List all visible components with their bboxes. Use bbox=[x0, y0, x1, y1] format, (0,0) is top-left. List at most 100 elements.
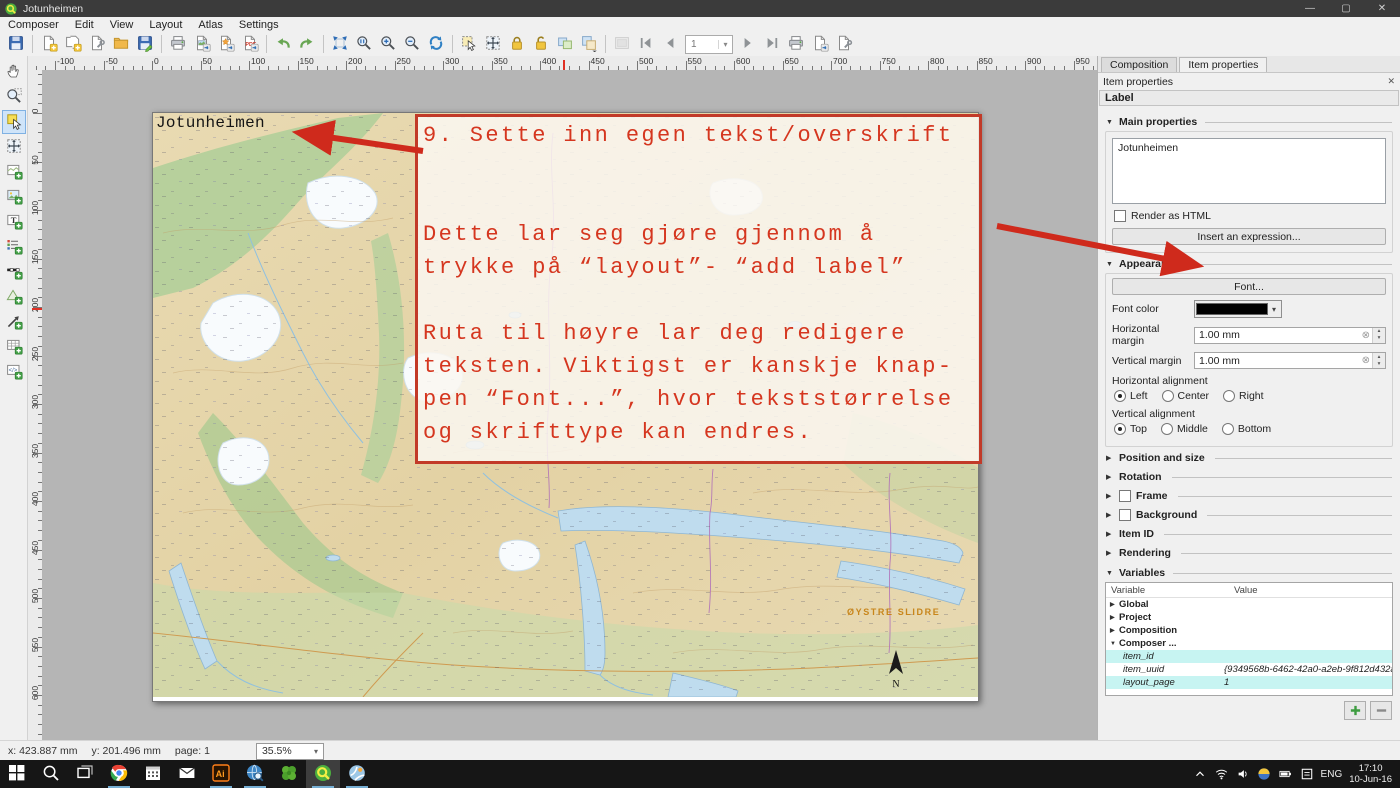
font-color-swatch[interactable]: ▾ bbox=[1194, 300, 1282, 318]
taskbar-arcgis-button[interactable] bbox=[340, 760, 374, 788]
atlas-next-button[interactable] bbox=[737, 33, 759, 55]
section-background[interactable]: ▶Background bbox=[1106, 506, 1392, 524]
checkbox-icon[interactable] bbox=[1119, 509, 1131, 521]
new-composition-button[interactable] bbox=[38, 33, 60, 55]
lock-items-button[interactable] bbox=[506, 33, 528, 55]
horizontal-margin-input[interactable]: 1.00 mm ⊗ ▴▾ bbox=[1194, 327, 1386, 344]
save-template-button[interactable] bbox=[134, 33, 156, 55]
export-image-button[interactable] bbox=[191, 33, 213, 55]
appearance-header[interactable]: ▼ Appearance bbox=[1106, 258, 1392, 270]
taskbar-task-view-button[interactable] bbox=[68, 760, 102, 788]
add-variable-button[interactable] bbox=[1344, 701, 1366, 720]
instruction-textbox[interactable]: 9. Sette inn egen tekst/overskrift Dette… bbox=[415, 114, 982, 464]
atlas-settings-button[interactable] bbox=[833, 33, 855, 55]
menu-composer[interactable]: Composer bbox=[0, 19, 67, 31]
variable-row-composition[interactable]: ▶Composition bbox=[1106, 624, 1392, 637]
h-align-left[interactable]: Left bbox=[1114, 390, 1148, 402]
undo-button[interactable] bbox=[272, 33, 294, 55]
group-items-button[interactable] bbox=[554, 33, 576, 55]
add-scalebar-button[interactable] bbox=[2, 260, 26, 284]
taskbar-chrome-button[interactable] bbox=[102, 760, 136, 788]
taskbar-illustrator-button[interactable]: Ai bbox=[204, 760, 238, 788]
redo-button[interactable] bbox=[296, 33, 318, 55]
taskbar-qgis-button[interactable] bbox=[306, 760, 340, 788]
menu-layout[interactable]: Layout bbox=[141, 19, 190, 31]
menu-settings[interactable]: Settings bbox=[231, 19, 287, 31]
add-legend-button[interactable] bbox=[2, 235, 26, 259]
add-arrow-button[interactable] bbox=[2, 310, 26, 334]
wifi-icon[interactable] bbox=[1214, 767, 1229, 781]
add-map-button[interactable] bbox=[2, 160, 26, 184]
zoom-level-combobox[interactable]: 35.5% ▾ bbox=[256, 743, 324, 760]
vertical-margin-input[interactable]: 1.00 mm ⊗ ▴▾ bbox=[1194, 352, 1386, 369]
atlas-first-button[interactable] bbox=[635, 33, 657, 55]
select-item-button[interactable] bbox=[2, 110, 26, 134]
language-indicator[interactable]: ENG bbox=[1321, 769, 1343, 780]
v-align-bottom[interactable]: Bottom bbox=[1222, 423, 1271, 435]
variable-row-global[interactable]: ▶Global bbox=[1106, 598, 1392, 611]
h-align-right[interactable]: Right bbox=[1223, 390, 1264, 402]
clear-icon[interactable]: ⊗ bbox=[1362, 330, 1370, 341]
variable-row-composer-[interactable]: ▼Composer ... bbox=[1106, 637, 1392, 650]
load-template-button[interactable] bbox=[110, 33, 132, 55]
h-align-center[interactable]: Center bbox=[1162, 390, 1210, 402]
print-composition-button[interactable] bbox=[167, 33, 189, 55]
chevron-down-icon[interactable]: ▾ bbox=[718, 40, 732, 49]
raise-items-button[interactable] bbox=[578, 33, 600, 55]
composition-manager-button[interactable] bbox=[86, 33, 108, 55]
section-rotation[interactable]: ▶Rotation bbox=[1106, 468, 1392, 486]
section-rendering[interactable]: ▶Rendering bbox=[1106, 544, 1392, 562]
main-properties-header[interactable]: ▼ Main properties bbox=[1106, 116, 1392, 128]
section-frame[interactable]: ▶Frame bbox=[1106, 487, 1392, 505]
remove-variable-button[interactable] bbox=[1370, 701, 1392, 720]
font-button[interactable]: Font... bbox=[1112, 278, 1386, 295]
atlas-prev-button[interactable] bbox=[659, 33, 681, 55]
insert-expression-button[interactable]: Insert an expression... bbox=[1112, 228, 1386, 245]
export-atlas-button[interactable] bbox=[809, 33, 831, 55]
clear-icon[interactable]: ⊗ bbox=[1362, 355, 1370, 366]
composer-canvas[interactable]: Jotunheimen ØYSTRE SLIDRE N 9. Sette inn… bbox=[42, 70, 1097, 740]
variable-row-item-uuid[interactable]: item_uuid{9349568b-6462-42a0-a2eb-9f812d… bbox=[1106, 663, 1392, 676]
panel-close-icon[interactable]: ✕ bbox=[1387, 76, 1395, 87]
onedrive-icon[interactable] bbox=[1257, 767, 1271, 781]
spinner-icon[interactable]: ▴▾ bbox=[1372, 353, 1385, 368]
v-align-middle[interactable]: Middle bbox=[1161, 423, 1208, 435]
taskbar-mail-button[interactable] bbox=[170, 760, 204, 788]
move-item-content-button[interactable] bbox=[482, 33, 504, 55]
close-button[interactable]: ✕ bbox=[1364, 0, 1400, 17]
variable-row-project[interactable]: ▶Project bbox=[1106, 611, 1392, 624]
tab-item-properties[interactable]: Item properties bbox=[1179, 57, 1267, 72]
zoom-item-button[interactable] bbox=[2, 85, 26, 109]
duplicate-composition-button[interactable] bbox=[62, 33, 84, 55]
tray-chevron-icon[interactable] bbox=[1193, 767, 1207, 781]
atlas-preview-button[interactable] bbox=[611, 33, 633, 55]
action-center-icon[interactable] bbox=[1300, 767, 1314, 781]
minimize-button[interactable]: — bbox=[1292, 0, 1328, 17]
spinner-icon[interactable]: ▴▾ bbox=[1372, 328, 1385, 343]
add-table-button[interactable] bbox=[2, 335, 26, 359]
pan-tool-button[interactable] bbox=[2, 60, 26, 84]
render-as-html-checkbox[interactable]: Render as HTML bbox=[1114, 210, 1384, 222]
atlas-last-button[interactable] bbox=[761, 33, 783, 55]
print-atlas-button[interactable] bbox=[785, 33, 807, 55]
move-content-button[interactable] bbox=[2, 135, 26, 159]
export-pdf-button[interactable]: PDF bbox=[239, 33, 261, 55]
unlock-items-button[interactable] bbox=[530, 33, 552, 55]
maximize-button[interactable]: ▢ bbox=[1328, 0, 1364, 17]
battery-icon[interactable] bbox=[1278, 767, 1293, 781]
add-shape-button[interactable] bbox=[2, 285, 26, 309]
save-project-button[interactable] bbox=[5, 33, 27, 55]
section-item-id[interactable]: ▶Item ID bbox=[1106, 525, 1392, 543]
taskbar-start-button[interactable] bbox=[0, 760, 34, 788]
menu-view[interactable]: View bbox=[102, 19, 142, 31]
section-position-and-size[interactable]: ▶Position and size bbox=[1106, 449, 1392, 467]
map-label-item[interactable]: Jotunheimen bbox=[156, 114, 265, 132]
menu-edit[interactable]: Edit bbox=[67, 19, 102, 31]
menu-atlas[interactable]: Atlas bbox=[190, 19, 230, 31]
clock[interactable]: 17:10 10-Jun-16 bbox=[1349, 763, 1392, 785]
variable-row-layout-page[interactable]: layout_page1 bbox=[1106, 676, 1392, 689]
composition-page[interactable]: Jotunheimen ØYSTRE SLIDRE N 9. Sette inn… bbox=[152, 112, 979, 702]
volume-icon[interactable] bbox=[1236, 767, 1250, 781]
taskbar-web-search-button[interactable] bbox=[238, 760, 272, 788]
zoom-out-button[interactable] bbox=[401, 33, 423, 55]
